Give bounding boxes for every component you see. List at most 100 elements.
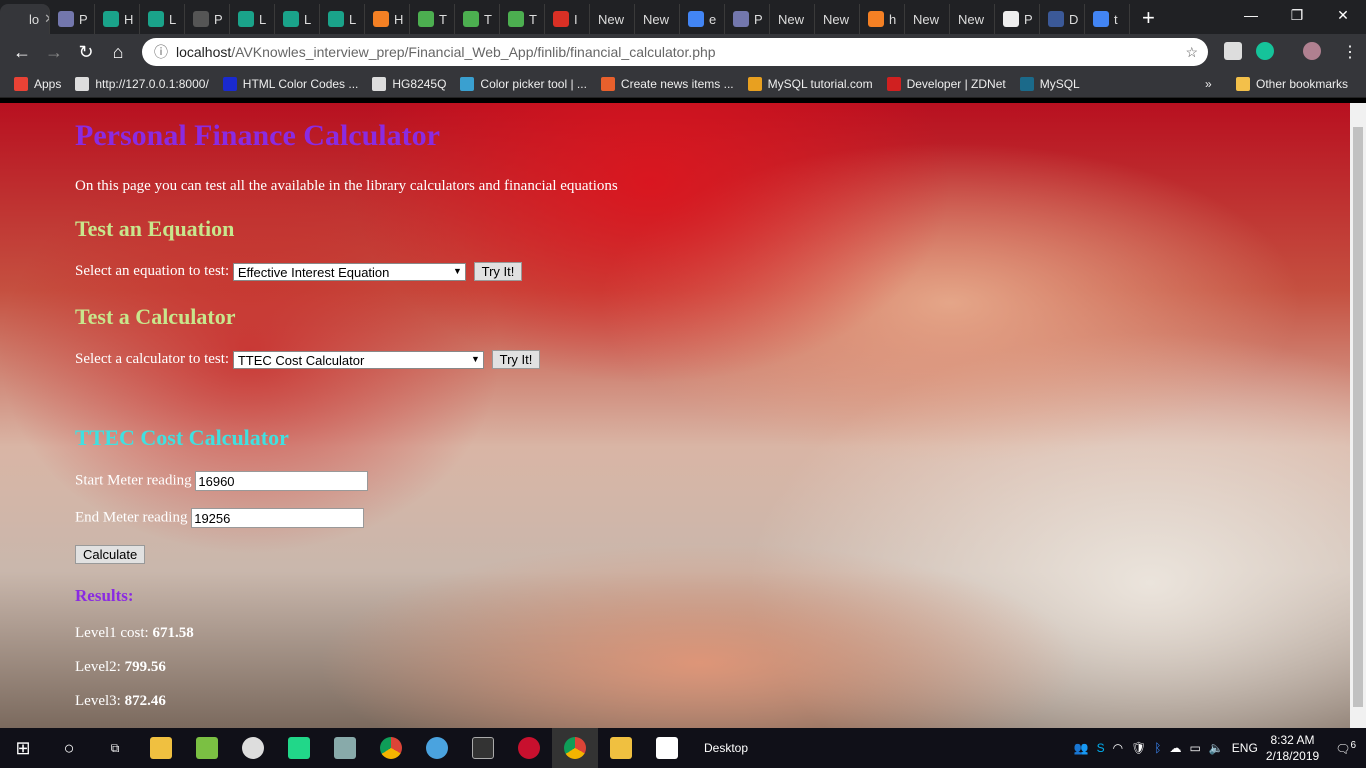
battery-icon[interactable]: ▭	[1190, 741, 1201, 755]
browser-tab[interactable]: P	[185, 4, 230, 34]
task-view-button[interactable]: ⧉	[92, 728, 138, 768]
browser-tab[interactable]: L	[320, 4, 365, 34]
onedrive-icon[interactable]: ☁	[1170, 741, 1182, 755]
end-meter-input[interactable]: 19256	[191, 508, 365, 528]
grammarly-icon[interactable]	[1256, 42, 1274, 60]
archive-icon[interactable]	[322, 728, 368, 768]
bookmark-label: HTML Color Codes ...	[242, 76, 359, 91]
bookmark-star-icon[interactable]: ☆	[1185, 44, 1198, 61]
bookmark-favicon-icon	[222, 76, 237, 91]
extension-cube-icon[interactable]	[1224, 42, 1242, 60]
paint-icon[interactable]	[414, 728, 460, 768]
browser-tab[interactable]: lo✕	[0, 4, 50, 34]
browser-tab[interactable]: e	[680, 4, 725, 34]
language-indicator[interactable]: ENG	[1232, 741, 1258, 755]
more-bookmarks-button[interactable]: »	[1205, 77, 1212, 91]
w3schools-icon	[508, 11, 524, 27]
browser-tab[interactable]: New	[815, 4, 860, 34]
address-bar[interactable]: ⓘ localhost/AVKnowles_interview_prep/Fin…	[142, 38, 1208, 66]
start-button[interactable]: ⊞	[0, 728, 46, 768]
camera-icon[interactable]	[644, 728, 690, 768]
search-button[interactable]: ○	[46, 728, 92, 768]
calculator-select[interactable]: TTEC Cost Calculator	[232, 350, 484, 369]
restore-button[interactable]: ❐	[1274, 0, 1320, 30]
start-meter-input[interactable]: 16960	[195, 471, 369, 491]
file-explorer-icon[interactable]	[138, 728, 184, 768]
clock[interactable]: 8:32 AM 2/18/2019	[1266, 732, 1319, 764]
bookmark-label: http://127.0.0.1:8000/	[95, 76, 209, 91]
notification-count: 6	[1350, 740, 1356, 751]
bookmark-item[interactable]: Create news items ...	[600, 76, 734, 91]
notepad-icon[interactable]	[184, 728, 230, 768]
scrollbar-thumb[interactable]	[1353, 127, 1363, 707]
browser-tab[interactable]: New	[635, 4, 680, 34]
bookmark-item[interactable]: MySQL	[1019, 76, 1080, 91]
wifi-icon[interactable]: ◠	[1113, 741, 1123, 755]
notifications-button[interactable]: 🗨6	[1335, 740, 1356, 756]
other-bookmarks[interactable]: Other bookmarks	[1236, 76, 1348, 91]
browser-tab[interactable]: P	[725, 4, 770, 34]
tab-title: New	[778, 11, 805, 27]
browser-tab[interactable]: T	[455, 4, 500, 34]
try-equation-button[interactable]: Try It!	[473, 262, 523, 281]
terminal-icon[interactable]	[460, 728, 506, 768]
hex-icon	[148, 11, 164, 27]
browser-tab[interactable]: H	[95, 4, 140, 34]
browser-tab[interactable]: New	[950, 4, 995, 34]
clock-app-icon[interactable]	[230, 728, 276, 768]
bookmark-item[interactable]: HG8245Q	[372, 76, 446, 91]
menu-icon[interactable]: ⋮	[1342, 42, 1358, 62]
tab-title: t	[1114, 11, 1118, 27]
documents-icon[interactable]	[598, 728, 644, 768]
forward-button[interactable]: →	[38, 42, 70, 63]
browser-tab[interactable]: L	[230, 4, 275, 34]
browser-tab[interactable]: H	[365, 4, 410, 34]
chrome-icon[interactable]	[368, 728, 414, 768]
pycharm-icon[interactable]	[276, 728, 322, 768]
browser-tab[interactable]: P	[50, 4, 95, 34]
browser-tab[interactable]: T	[500, 4, 545, 34]
browser-tab[interactable]: L	[140, 4, 185, 34]
bookmark-item[interactable]: MySQL tutorial.com	[747, 76, 873, 91]
back-button[interactable]: ←	[6, 42, 38, 63]
browser-tab[interactable]: T	[410, 4, 455, 34]
vertical-scrollbar[interactable]	[1350, 103, 1366, 728]
equation-select[interactable]: Effective Interest Equation	[232, 262, 466, 281]
bookmark-label: Apps	[34, 76, 62, 91]
browser-tab[interactable]: t	[1085, 4, 1130, 34]
bookmark-item[interactable]: http://127.0.0.1:8000/	[75, 76, 209, 91]
desktop-toolbar[interactable]: Desktop	[704, 741, 748, 755]
browser-tab[interactable]: I	[545, 4, 590, 34]
start-row: Start Meter reading 16960	[75, 471, 369, 491]
reload-button[interactable]: ↻	[70, 42, 102, 63]
bookmark-item[interactable]: HTML Color Codes ...	[222, 76, 359, 91]
chrome-active-icon[interactable]	[552, 728, 598, 768]
profile-avatar[interactable]	[1303, 42, 1321, 60]
people-icon[interactable]: 👥	[1074, 741, 1089, 755]
browser-tab[interactable]: L	[275, 4, 320, 34]
bookmark-item[interactable]: Color picker tool | ...	[460, 76, 587, 91]
browser-tab[interactable]: New	[770, 4, 815, 34]
app-red-icon[interactable]	[506, 728, 552, 768]
info-icon[interactable]: ⓘ	[154, 42, 168, 62]
close-window-button[interactable]: ✕	[1320, 0, 1366, 30]
bookmark-item[interactable]: Apps	[14, 76, 62, 91]
security-icon[interactable]: 🛡	[1131, 741, 1146, 755]
skype-icon[interactable]: S	[1097, 741, 1105, 755]
bookmark-item[interactable]: Developer | ZDNet	[886, 76, 1006, 91]
tab-title: P	[79, 11, 88, 27]
try-calculator-button[interactable]: Try It!	[491, 350, 541, 369]
browser-tab[interactable]: P	[995, 4, 1040, 34]
browser-tab[interactable]: New	[590, 4, 635, 34]
result-label: Level3:	[75, 693, 125, 709]
bluetooth-icon[interactable]: ᛒ	[1154, 741, 1161, 755]
new-tab-button[interactable]: +	[1142, 4, 1155, 34]
home-button[interactable]: ⌂	[102, 42, 134, 63]
calculator-row: Select a calculator to test: TTEC Cost C…	[75, 350, 541, 369]
calculate-button[interactable]: Calculate	[75, 545, 146, 564]
minimize-button[interactable]: —	[1228, 0, 1274, 30]
volume-icon[interactable]: 🔈	[1209, 741, 1224, 755]
browser-tab[interactable]: New	[905, 4, 950, 34]
browser-tab[interactable]: D	[1040, 4, 1085, 34]
browser-tab[interactable]: h	[860, 4, 905, 34]
